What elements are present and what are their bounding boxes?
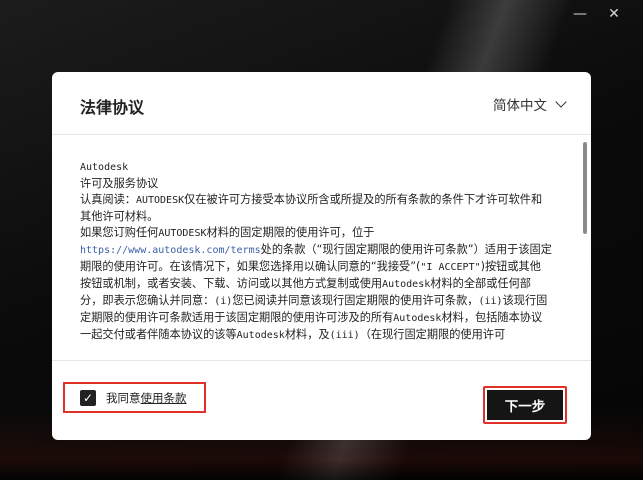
terms-url-link[interactable]: https://www.autodesk.com/terms [80,245,261,256]
dialog-title: 法律协议 [80,98,145,117]
terms-company: Autodesk [80,162,129,173]
checkmark-icon: ✓ [82,390,94,405]
next-button[interactable]: 下一步 [487,390,563,420]
language-selector[interactable]: 简体中文 [493,94,567,114]
close-button[interactable]: ✕ [599,0,629,28]
window-titlebar: — ✕ [0,0,643,30]
legal-agreement-dialog: 法律协议 简体中文 Autodesk 许可及服务协议 认真阅读：AUTODESK… [52,72,591,440]
terms-of-use-link[interactable]: 使用条款 [141,391,187,405]
minimize-button[interactable]: — [565,0,595,28]
agree-label: 我同意使用条款 [106,390,187,405]
terms-paragraph-1: 认真阅读：AUTODESK仅在被许可方接受本协议所含或所提及的所有条款的条件下才… [80,193,543,223]
chevron-down-icon [555,96,567,108]
agree-checkbox[interactable]: ✓ [80,389,96,406]
close-icon: ✕ [608,6,620,22]
agree-checkbox-row[interactable]: ✓ 我同意使用条款 [63,382,206,413]
terms-text[interactable]: Autodesk 许可及服务协议 认真阅读：AUTODESK仅在被许可方接受本协… [80,160,552,360]
terms-heading: 许可及服务协议 [80,177,159,190]
terms-paragraph-2: 如果您订购任何AUTODESK材料的固定期限的使用许可，位于 https://ww… [80,226,552,341]
language-label: 简体中文 [493,98,547,114]
dialog-header: 法律协议 简体中文 [52,72,591,135]
terms-scrollbar[interactable] [583,142,587,234]
dialog-footer: ✓ 我同意使用条款 下一步 [52,360,591,440]
minimize-icon: — [573,6,587,22]
